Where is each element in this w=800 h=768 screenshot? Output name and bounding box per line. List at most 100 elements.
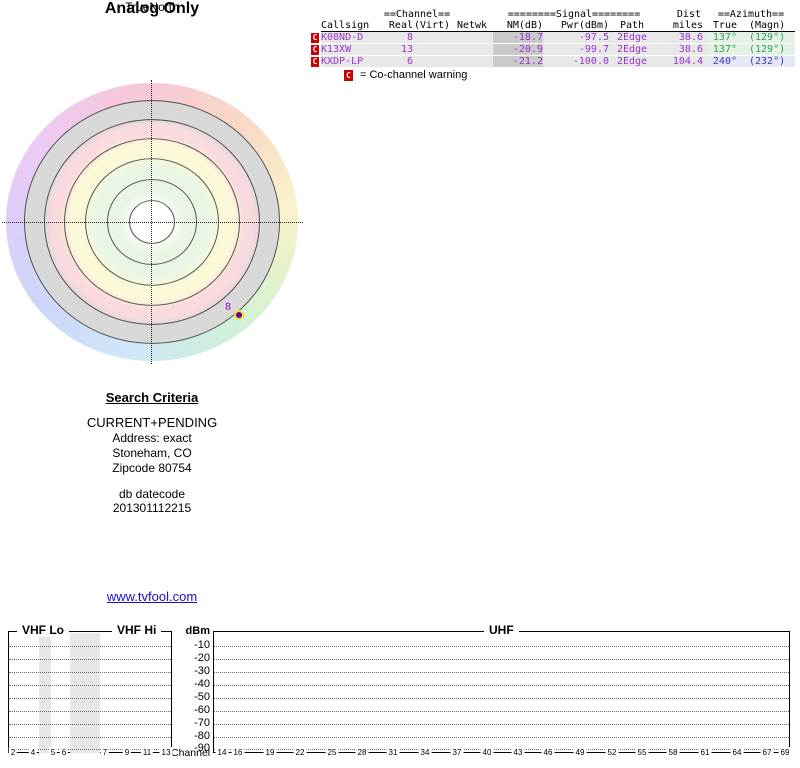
co-channel-warning-flag: C: [311, 45, 319, 55]
co-channel-warning-flag: C: [311, 32, 319, 43]
y-axis-unit: dBm: [185, 625, 210, 637]
cell-nm: -20.9: [493, 43, 543, 56]
x-tick-label: 4: [28, 747, 38, 758]
x-tick-label: 11: [140, 747, 154, 758]
x-tick-label: 55: [635, 747, 649, 758]
cell-virt: [413, 55, 451, 68]
gridline: [9, 685, 171, 686]
table-row: C KXDP-LP 6 -21.2 -100.0 2Edge 104.4 240…: [311, 55, 795, 68]
x-tick-label: 49: [573, 747, 587, 758]
cell-path: 2Edge: [609, 55, 655, 68]
group-header-channel: ==Channel==: [383, 9, 451, 20]
criteria-mode: CURRENT+PENDING: [86, 415, 218, 430]
x-tick-label: 46: [541, 747, 555, 758]
co-channel-legend: C = Co-channel warning: [344, 69, 467, 81]
x-tick-label: 16: [231, 747, 245, 758]
x-tick-label: 9: [122, 747, 132, 758]
cell-real: 8: [383, 31, 413, 44]
col-magn: (Magn): [747, 20, 795, 32]
cell-miles: 104.4: [655, 55, 707, 68]
cell-netwk: [451, 55, 493, 68]
x-tick-label: 64: [730, 747, 744, 758]
group-header-dist: Dist: [676, 9, 701, 20]
gridline: [214, 711, 789, 712]
cell-pwr: -97.5: [543, 31, 609, 44]
band-label-vhf-hi: VHF Hi: [112, 624, 162, 637]
x-tick-label: 6: [59, 747, 69, 758]
signal-table: ==Channel== ========Signal======== Dist …: [311, 9, 795, 68]
table-column-header-row: Callsign Real (Virt) Netwk NM(dB) Pwr(dB…: [311, 20, 795, 32]
y-tick-label: -10: [194, 639, 210, 651]
cell-netwk: [451, 43, 493, 56]
group-header-azimuth: ==Azimuth==: [717, 9, 785, 20]
cell-miles: 38.6: [655, 31, 707, 44]
tvfool-report: Analog Only TrueNorth N 8 ==Channel== ==…: [0, 0, 800, 768]
y-tick-label: -80: [194, 730, 210, 742]
x-tick-label: 19: [263, 747, 277, 758]
gridline: [9, 724, 171, 725]
y-tick-label: -90: [194, 742, 210, 754]
y-tick-label: -70: [194, 717, 210, 729]
x-tick-label: 31: [386, 747, 400, 758]
table-row: C K08ND-D 8 -18.7 -97.5 2Edge 38.6 137° …: [311, 31, 795, 44]
cell-magn-azimuth: (129°): [747, 43, 795, 56]
co-channel-legend-text: = Co-channel warning: [360, 69, 468, 81]
group-header-signal: ========Signal========: [507, 9, 641, 20]
col-callsign: Callsign: [321, 20, 383, 32]
cell-nm: -21.2: [493, 55, 543, 68]
tvfool-link[interactable]: www.tvfool.com: [107, 589, 197, 604]
uhf-panel: [213, 631, 790, 753]
search-criteria-block: Search Criteria CURRENT+PENDING Address:…: [32, 390, 272, 476]
x-tick-label: 5: [48, 747, 58, 758]
crosshair-horizontal: [2, 222, 303, 223]
x-tick-label: 28: [355, 747, 369, 758]
co-channel-warning-flag: C: [311, 57, 319, 67]
x-tick-label: 25: [325, 747, 339, 758]
gridline: [9, 672, 171, 673]
x-tick-label: 22: [293, 747, 307, 758]
cell-virt: [413, 43, 451, 56]
x-tick-label: 61: [698, 747, 712, 758]
x-tick-label: 2: [8, 747, 18, 758]
gridline: [9, 698, 171, 699]
x-tick-label: 69: [778, 747, 792, 758]
y-tick-label: -40: [194, 678, 210, 690]
cell-pwr: -99.7: [543, 43, 609, 56]
table-row: C K13XW 13 -20.9 -99.7 2Edge 38.6 137° (…: [311, 43, 795, 56]
gridline: [9, 659, 171, 660]
cell-virt: [413, 31, 451, 44]
db-datecode-block: db datecode 201301112215: [32, 487, 272, 515]
x-tick-label: 52: [605, 747, 619, 758]
cell-real: 13: [383, 43, 413, 56]
x-tick-label: 67: [760, 747, 774, 758]
search-criteria-heading: Search Criteria: [105, 390, 199, 405]
station-marker-dot: [236, 312, 242, 318]
col-true: True: [707, 20, 747, 32]
gridline: [214, 672, 789, 673]
x-tick-label: 34: [418, 747, 432, 758]
x-tick-label: 13: [159, 747, 173, 758]
x-tick-label: 14: [215, 747, 229, 758]
gridline: [214, 737, 789, 738]
x-tick-label: 40: [480, 747, 494, 758]
criteria-address: Address: exact: [112, 431, 192, 445]
cell-true-azimuth: 240°: [707, 55, 747, 68]
col-miles: miles: [655, 20, 707, 32]
criteria-zip: Zipcode 80754: [112, 461, 192, 475]
cell-callsign: KXDP-LP: [321, 55, 383, 68]
station-marker-label: 8: [225, 301, 232, 313]
cell-path: 2Edge: [609, 43, 655, 56]
fm-gap-band: [70, 633, 100, 753]
col-path: Path: [609, 20, 655, 32]
cell-callsign: K08ND-D: [321, 31, 383, 44]
cell-nm: -18.7: [493, 31, 543, 44]
gridline: [214, 698, 789, 699]
gridline: [9, 646, 171, 647]
site-link-wrap: www.tvfool.com: [0, 589, 304, 604]
vhf-panel: [8, 631, 172, 753]
cell-miles: 38.6: [655, 43, 707, 56]
y-tick-label: -60: [194, 704, 210, 716]
x-tick-label: 43: [511, 747, 525, 758]
gridline: [214, 724, 789, 725]
gridline: [214, 646, 789, 647]
